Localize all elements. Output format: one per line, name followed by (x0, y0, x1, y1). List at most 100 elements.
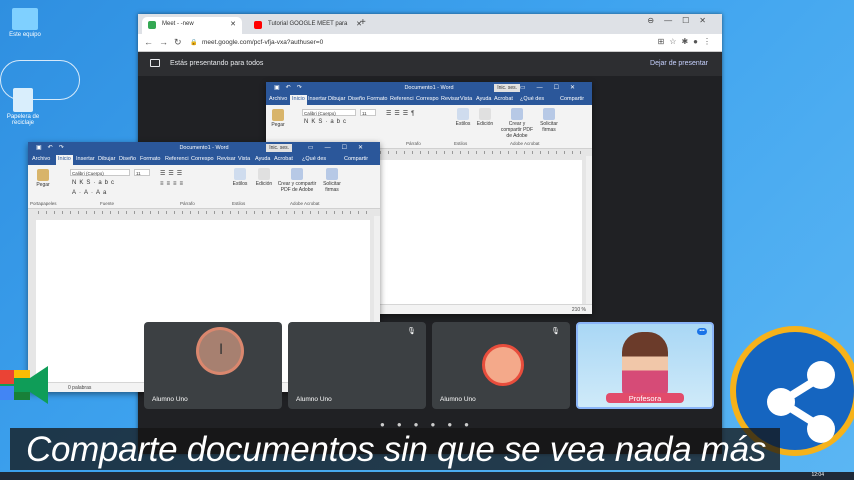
font-name-select[interactable]: Calibri (Cuerpo) (70, 169, 130, 176)
font-name-select[interactable]: Calibri (Cuerpo) (302, 109, 356, 116)
create-pdf-button[interactable]: Crear y compartir PDF de Adobe (498, 108, 536, 139)
nav-buttons[interactable]: ←→↻ (144, 37, 188, 48)
group-styles: Estilos (232, 201, 246, 206)
paragraph-buttons[interactable]: ☰☰☰ (160, 170, 185, 177)
participant-name: Alumno Uno (440, 396, 476, 403)
tab-ayuda[interactable]: Ayuda (255, 156, 271, 162)
word-ribbon: Pegar Calibri (Cuerpo) 11 NKS·abc A·A·Aa… (28, 165, 380, 209)
tab-referencias[interactable]: Referenci (165, 156, 189, 162)
word-window-controls[interactable]: ▭—☐✕ (308, 144, 374, 151)
tab-inicio[interactable]: Inicio (290, 95, 307, 105)
present-screen-icon (150, 59, 160, 67)
request-sign-button[interactable]: Solicitar firmas (538, 108, 560, 133)
desktop-icon-label: Este equipo (9, 32, 41, 38)
tab-acrobat[interactable]: Acrobat (494, 96, 513, 102)
word-window-controls[interactable]: ▭—☐✕ (520, 84, 586, 91)
clipboard-icon (37, 169, 49, 181)
font-size-select[interactable]: 11 (360, 109, 376, 116)
participant-tile[interactable]: 🎙 Alumno Uno (432, 322, 570, 409)
tell-me[interactable]: ¿Qué des (520, 96, 544, 102)
address-bar-row: ←→↻ 🔒 meet.google.com/pcf-vfja-vxa?authu… (138, 34, 722, 52)
stop-presenting-button[interactable]: Dejar de presentar (650, 60, 708, 67)
clipboard-icon (272, 109, 284, 121)
tab-referencias[interactable]: Referenci (390, 96, 414, 102)
word-ribbon-tabs: Archivo Inicio Insertar Dibujar Diseño F… (266, 94, 592, 105)
desktop-icon-this-pc[interactable]: Este equipo (2, 8, 48, 38)
participant-tile[interactable]: 🎙 Alumno Uno (288, 322, 426, 409)
tab-vista[interactable]: Vista (460, 96, 472, 102)
tab-youtube[interactable]: Tutorial GOOGLE MEET para ✕ (248, 17, 368, 34)
tab-insertar[interactable]: Insertar (308, 96, 327, 102)
tab-revisar[interactable]: Revisar (441, 96, 460, 102)
participant-name: Alumno Uno (152, 396, 188, 403)
teacher-avatar (622, 332, 668, 396)
tab-formato[interactable]: Formato (140, 156, 160, 162)
new-tab-button[interactable]: + (360, 17, 366, 28)
caption-text: Comparte documentos sin que se vea nada … (26, 430, 767, 469)
url-field[interactable]: 🔒 meet.google.com/pcf-vfja-vxa?authuser=… (188, 37, 632, 49)
tab-insertar[interactable]: Insertar (76, 156, 95, 162)
create-pdf-label: Crear y compartir PDF de Adobe (277, 181, 317, 193)
tab-vista[interactable]: Vista (238, 156, 250, 162)
tab-revisar[interactable]: Revisar (217, 156, 236, 162)
alignment-buttons[interactable]: ≡≡≡≡ (160, 181, 186, 187)
sign-in-button[interactable]: Inic. ses. (494, 84, 520, 92)
tab-dibujar[interactable]: Dibujar (98, 156, 115, 162)
teacher-tile[interactable]: ••• Profesora (576, 322, 714, 409)
styles-button[interactable]: Estilos (230, 168, 250, 187)
group-clipboard: Portapapeles (30, 201, 57, 206)
tab-archivo[interactable]: Archivo (269, 96, 287, 102)
vertical-scrollbar[interactable] (586, 156, 592, 304)
paste-button[interactable]: Pegar (270, 109, 286, 128)
window-controls[interactable]: ⊖—☐✕ (647, 16, 716, 25)
styles-label: Estilos (232, 181, 248, 187)
editing-button[interactable]: Edición (476, 108, 494, 127)
cursor-highlight: I (196, 327, 244, 375)
tab-acrobat[interactable]: Acrobat (274, 156, 293, 162)
tab-archivo[interactable]: Archivo (32, 156, 50, 162)
zoom-level[interactable]: 210 % (572, 307, 586, 313)
font-color-buttons[interactable]: A·A·Aa (72, 190, 109, 196)
search-icon (258, 168, 270, 180)
paragraph-buttons[interactable]: ☰☰☰¶ (386, 110, 417, 117)
presenting-text: Estás presentando para todos (170, 60, 264, 67)
request-sign-label: Solicitar firmas (323, 181, 341, 193)
font-format-buttons[interactable]: NKS·abc (304, 119, 349, 125)
tell-me[interactable]: ¿Qué des (302, 156, 326, 162)
url-text: meet.google.com/pcf-vfja-vxa?authuser=0 (202, 39, 324, 46)
taskbar: 12:04 (0, 472, 854, 480)
more-options-icon[interactable]: ••• (697, 328, 707, 335)
request-sign-label: Solicitar firmas (540, 121, 558, 133)
share-button[interactable]: Compartir (344, 156, 368, 162)
editing-button[interactable]: Edición (254, 168, 274, 187)
styles-button[interactable]: Estilos (454, 108, 472, 127)
desktop-icon-recycle-bin[interactable]: Papelera de reciclaje (0, 88, 46, 126)
styles-icon (457, 108, 469, 120)
tab-correspondencia[interactable]: Correspo (191, 156, 214, 162)
tab-formato[interactable]: Formato (367, 96, 387, 102)
share-button[interactable]: Compartir (560, 96, 584, 102)
request-sign-button[interactable]: Solicitar firmas (320, 168, 344, 193)
pdf-icon (291, 168, 303, 180)
paste-label: Pegar (36, 182, 50, 188)
group-paragraph: Párrafo (406, 141, 421, 146)
paste-button[interactable]: Pegar (34, 169, 52, 188)
close-tab-icon[interactable]: ✕ (230, 20, 236, 28)
tab-inicio[interactable]: Inicio (56, 155, 73, 165)
font-format-buttons[interactable]: NKS·abc (72, 180, 117, 186)
font-size-select[interactable]: 11 (134, 169, 150, 176)
editing-label: Edición (476, 121, 494, 127)
tab-dibujar[interactable]: Dibujar (328, 96, 345, 102)
group-acrobat: Adobe Acrobat (290, 201, 320, 206)
sign-in-button[interactable]: Inic. ses. (266, 144, 292, 152)
styles-icon (234, 168, 246, 180)
tab-diseno[interactable]: Diseño (119, 156, 136, 162)
tab-correspondencia[interactable]: Correspo (416, 96, 439, 102)
create-pdf-button[interactable]: Crear y compartir PDF de Adobe (276, 168, 318, 193)
tab-ayuda[interactable]: Ayuda (476, 96, 492, 102)
tab-diseno[interactable]: Diseño (348, 96, 365, 102)
tab-meet[interactable]: Meet - ‐new ✕ (142, 17, 242, 34)
toolbar-icons[interactable]: ⊞☆✱●⋮ (658, 37, 716, 46)
paste-label: Pegar (271, 122, 285, 128)
signature-icon (543, 108, 555, 120)
